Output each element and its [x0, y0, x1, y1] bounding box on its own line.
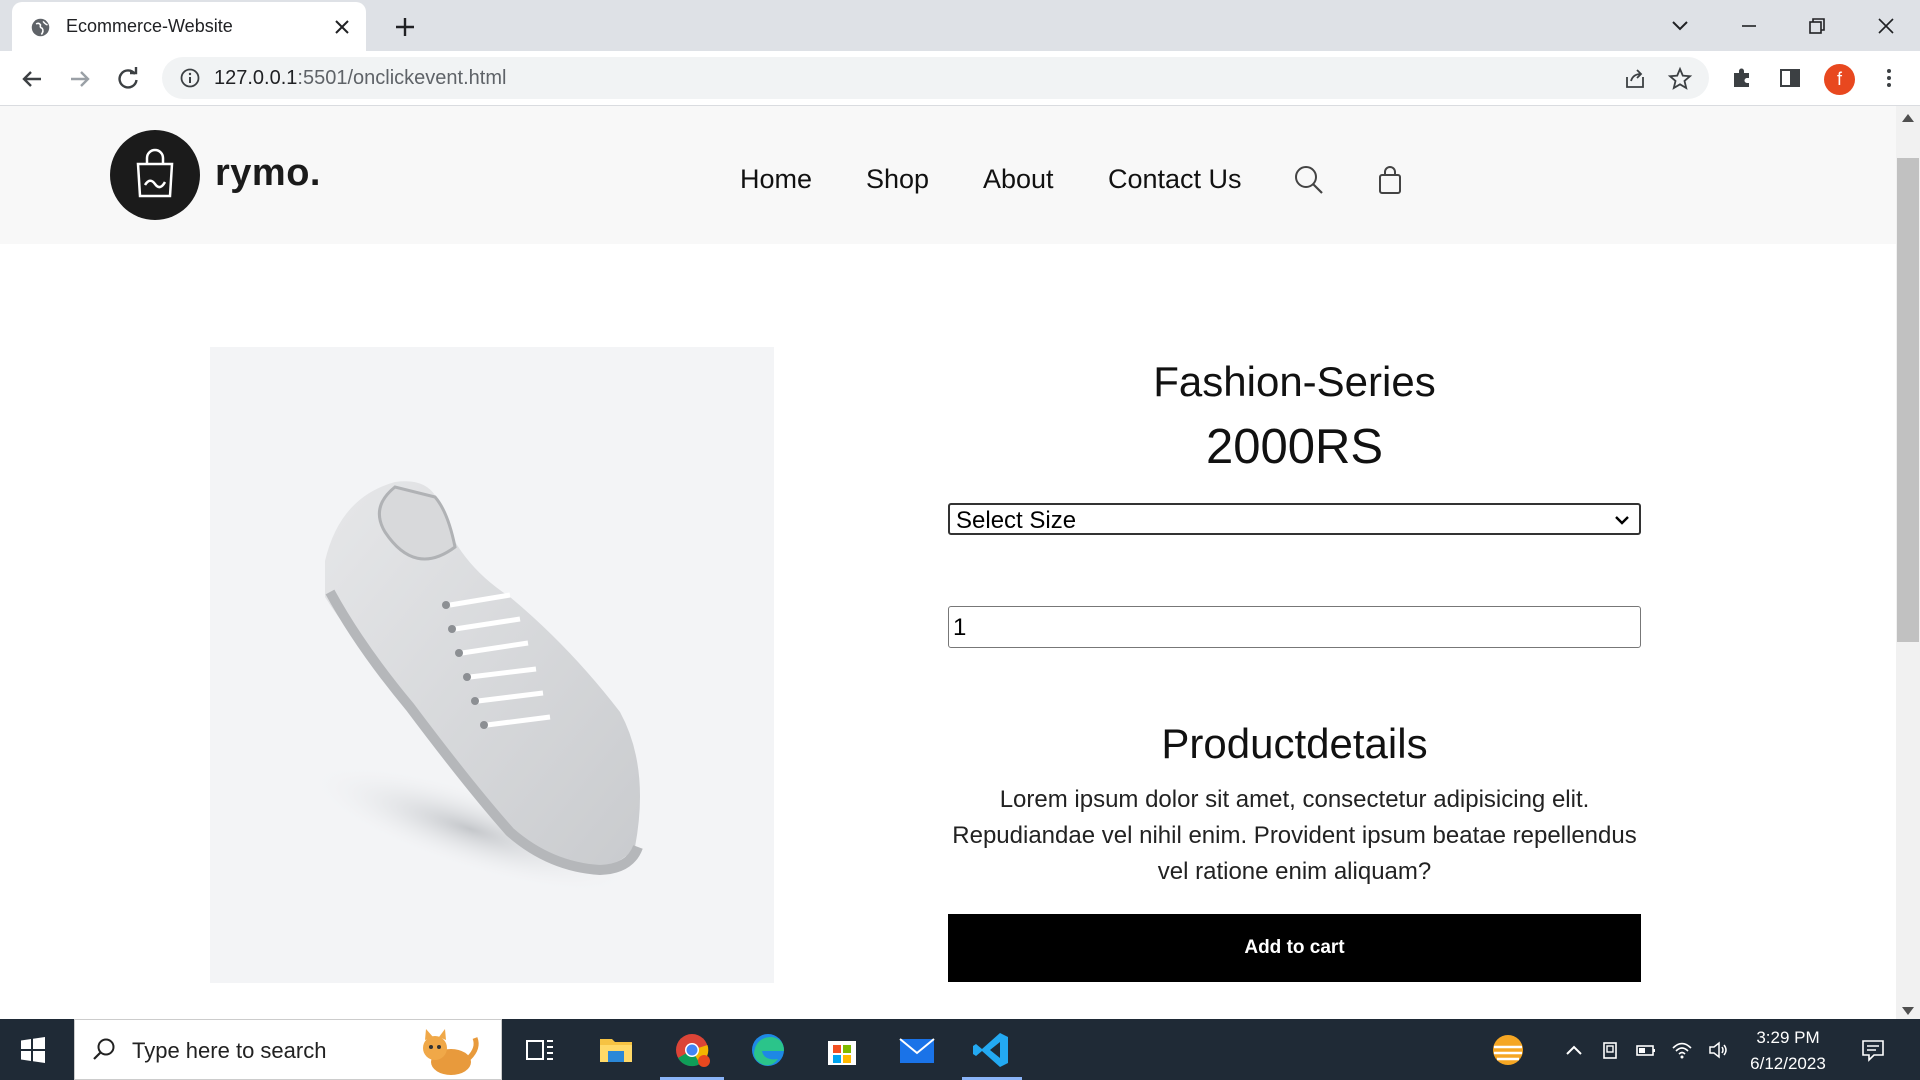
search-icon[interactable]	[1293, 164, 1325, 196]
minimize-icon[interactable]	[1733, 10, 1765, 42]
add-to-cart-button[interactable]: Add to cart	[948, 914, 1641, 982]
new-tab-icon[interactable]	[392, 14, 418, 40]
browser-toolbar: 127.0.0.1:5501/onclickevent.html f	[0, 51, 1920, 106]
restore-icon[interactable]	[1801, 10, 1833, 42]
site-info-icon[interactable]	[179, 67, 201, 89]
product-details-text: Lorem ipsum dolor sit amet, consectetur …	[952, 786, 1637, 885]
weather-hazy-sun-icon[interactable]	[1488, 1030, 1528, 1070]
page-viewport: rymo. Home Shop About Contact Us Fashion…	[0, 106, 1896, 1019]
shopping-bag-logo-icon	[136, 148, 174, 198]
sneaker-image	[307, 481, 643, 894]
file-explorer-icon[interactable]	[594, 1029, 638, 1071]
clock-time: 3:29 PM	[1756, 1028, 1820, 1047]
nav-shop[interactable]: Shop	[866, 164, 929, 195]
globe-icon	[31, 18, 50, 37]
nav-about[interactable]: About	[983, 164, 1054, 195]
taskbar-search-box[interactable]: Type here to search	[74, 1019, 502, 1080]
nav-home[interactable]: Home	[740, 164, 812, 195]
reload-icon[interactable]	[113, 64, 143, 94]
volume-icon[interactable]	[1707, 1039, 1729, 1061]
product-details-heading: Productdetails	[1161, 720, 1428, 767]
mail-icon[interactable]	[895, 1029, 939, 1071]
windows-start-icon[interactable]	[20, 1037, 46, 1063]
edge-icon[interactable]	[746, 1029, 790, 1071]
taskbar-clock[interactable]: 3:29 PM 6/12/2023	[1748, 1025, 1828, 1077]
chevron-down-icon	[1615, 516, 1629, 525]
share-icon[interactable]	[1622, 66, 1648, 92]
search-icon	[93, 1038, 115, 1060]
microsoft-store-icon[interactable]	[820, 1029, 864, 1071]
shopping-bag-icon[interactable]	[1374, 164, 1406, 196]
quantity-value: 1	[953, 614, 967, 641]
scroll-up-arrow-icon[interactable]	[1902, 114, 1914, 122]
clock-date: 6/12/2023	[1750, 1054, 1826, 1073]
tab-search-icon[interactable]	[1664, 10, 1696, 42]
nav-contact-us[interactable]: Contact Us	[1108, 164, 1242, 195]
windows-taskbar: Type here to search 3:29 PM 6/12/2023	[0, 1019, 1920, 1080]
cat-illustration-icon	[423, 1029, 479, 1075]
size-select[interactable]: Select Size	[948, 503, 1641, 535]
taskbar-search-placeholder: Type here to search	[132, 1038, 327, 1063]
product-price: 2000RS	[1205, 420, 1384, 474]
logo-icon[interactable]	[110, 130, 200, 220]
scroll-down-arrow-icon[interactable]	[1902, 1007, 1914, 1015]
browser-tabstrip: Ecommerce-Website	[0, 0, 1920, 51]
quantity-input[interactable]: 1	[948, 606, 1641, 648]
vscode-icon[interactable]	[970, 1029, 1014, 1071]
site-header: rymo. Home Shop About Contact Us	[0, 106, 1896, 244]
logo-text[interactable]: rymo.	[215, 152, 321, 195]
address-bar[interactable]: 127.0.0.1:5501/onclickevent.html	[162, 57, 1709, 99]
battery-icon[interactable]	[1635, 1039, 1657, 1061]
product-image	[210, 347, 774, 983]
profile-avatar[interactable]: f	[1824, 64, 1855, 95]
notifications-icon[interactable]	[1860, 1037, 1886, 1063]
task-view-icon[interactable]	[518, 1029, 562, 1071]
size-select-value: Select Size	[956, 507, 1077, 534]
side-panel-icon[interactable]	[1776, 64, 1804, 92]
forward-icon[interactable]	[65, 64, 95, 94]
chevron-up-icon[interactable]	[1563, 1039, 1585, 1061]
chrome-icon[interactable]	[670, 1029, 714, 1071]
wifi-icon[interactable]	[1671, 1039, 1693, 1061]
page-scrollbar[interactable]	[1896, 106, 1920, 1019]
bookmark-star-icon[interactable]	[1667, 66, 1693, 92]
product-title: Fashion-Series	[1153, 358, 1436, 405]
back-icon[interactable]	[17, 64, 47, 94]
browser-tab[interactable]: Ecommerce-Website	[12, 2, 366, 51]
extensions-puzzle-icon[interactable]	[1728, 64, 1756, 92]
tab-title: Ecommerce-Website	[66, 16, 233, 36]
menu-kebab-icon[interactable]	[1875, 64, 1903, 92]
scrollbar-thumb[interactable]	[1897, 158, 1919, 642]
close-window-icon[interactable]	[1870, 10, 1902, 42]
device-icon[interactable]	[1599, 1039, 1621, 1061]
close-tab-icon[interactable]	[332, 17, 352, 37]
url-text[interactable]: 127.0.0.1:5501/onclickevent.html	[214, 67, 506, 90]
